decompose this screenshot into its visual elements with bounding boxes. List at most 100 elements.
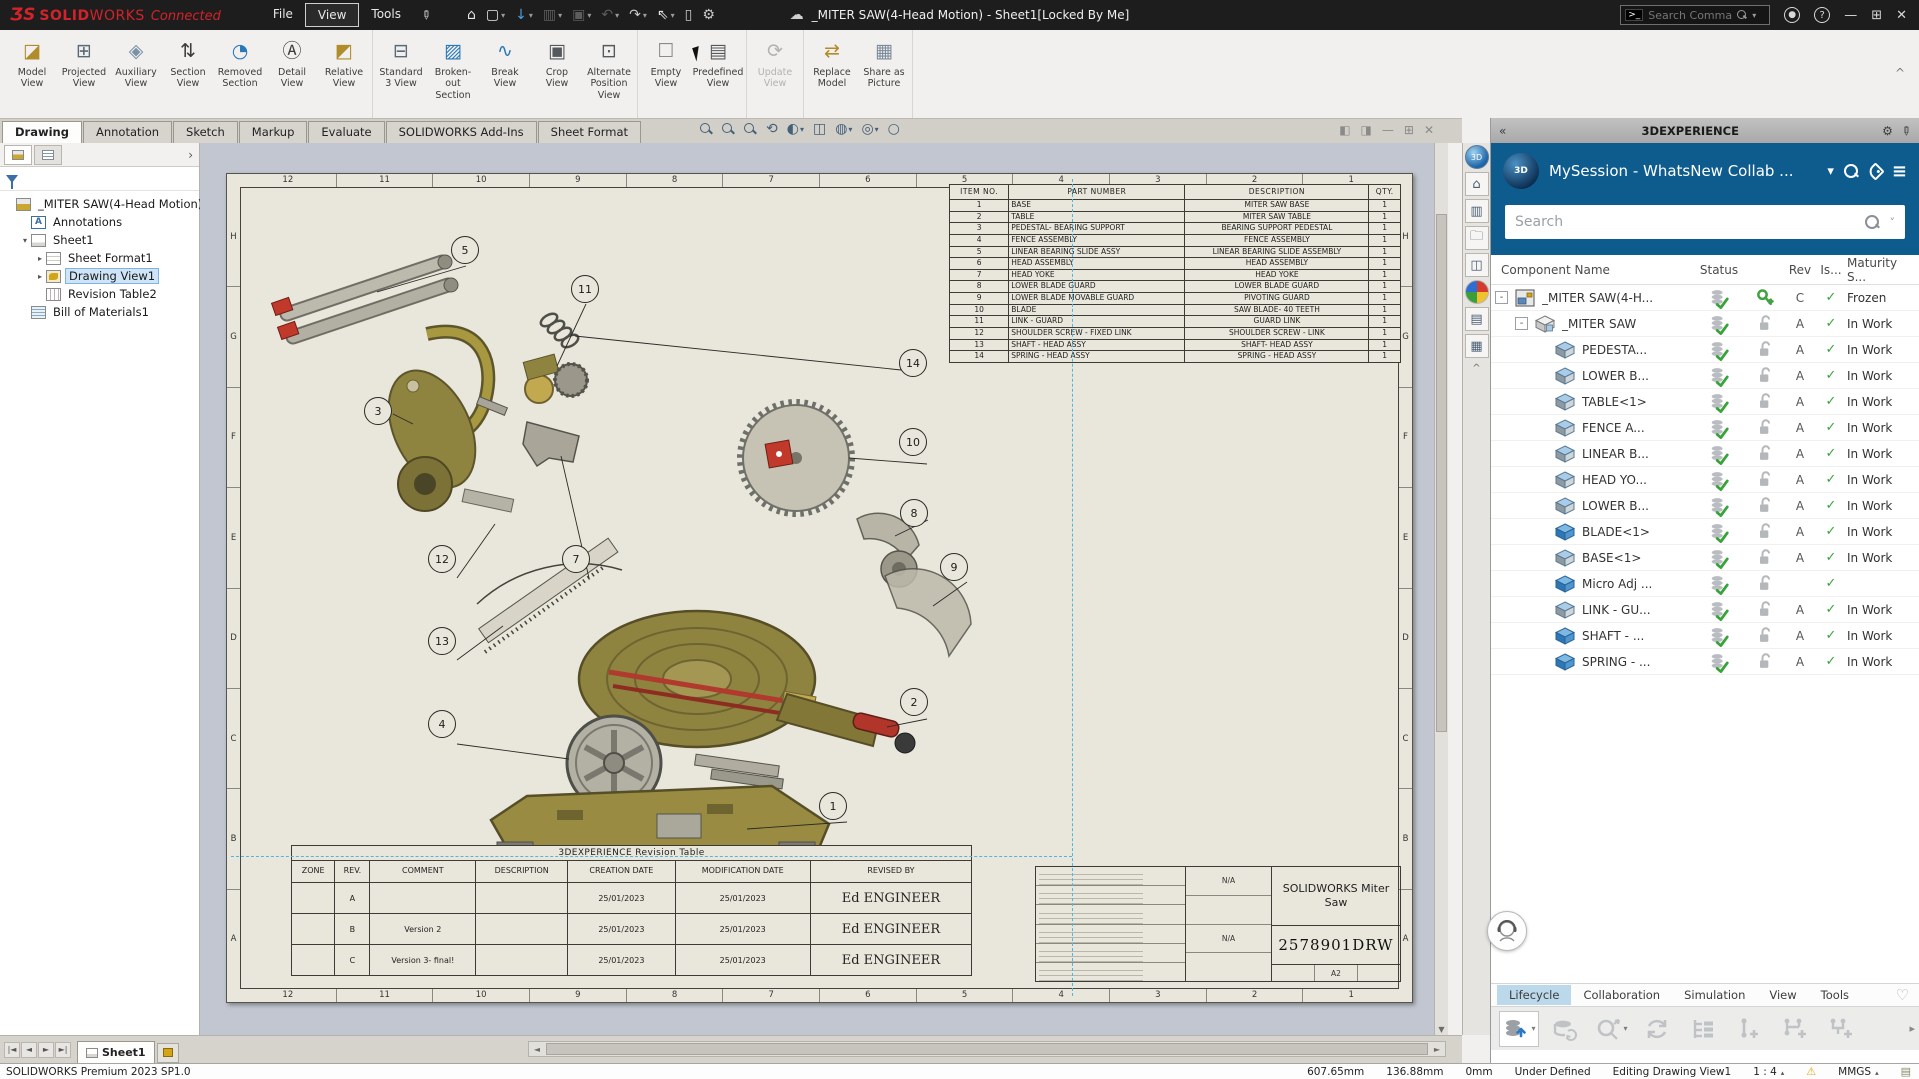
menu-item[interactable]: View bbox=[305, 3, 359, 27]
tree-item[interactable]: ▸Drawing View1 bbox=[0, 267, 199, 285]
lock-icon[interactable] bbox=[1745, 574, 1785, 594]
scroll-down-icon[interactable]: ▼ bbox=[1435, 1025, 1448, 1034]
bom-row[interactable]: 6HEAD ASSEMBLYHEAD ASSEMBLY1 bbox=[950, 258, 1401, 270]
auxiliary-view-button[interactable]: ◈Auxiliary View bbox=[110, 30, 162, 118]
component-row[interactable]: LINK - GU... A ✓ In Work bbox=[1491, 597, 1919, 623]
detail-view-button[interactable]: ⒶDetail View bbox=[266, 30, 318, 118]
revision-row[interactable]: BVersion 225/01/202325/01/2023Ed ENGINEE… bbox=[292, 914, 972, 945]
command-search[interactable]: >_ ▾ bbox=[1620, 5, 1770, 25]
tree-item[interactable]: Revision Table2 bbox=[0, 285, 199, 303]
select-icon[interactable]: ⇖▾ bbox=[653, 5, 679, 25]
save-icon[interactable]: ▥▾ bbox=[539, 5, 566, 25]
tree-item[interactable]: AAnnotations bbox=[0, 213, 199, 231]
minimize-button[interactable]: — bbox=[1844, 8, 1857, 23]
tree-filter[interactable] bbox=[0, 167, 199, 191]
lock-icon[interactable] bbox=[1745, 652, 1785, 672]
prev-sheet-button[interactable]: ◄ bbox=[21, 1042, 37, 1058]
bom-row[interactable]: 10BLADESAW BLADE- 40 TEETH1 bbox=[950, 304, 1401, 316]
component-row[interactable]: LOWER B... A ✓ In Work bbox=[1491, 493, 1919, 519]
bom-row[interactable]: 3PEDESTAL- BEARING SUPPORTBEARING SUPPOR… bbox=[950, 223, 1401, 235]
column-rev[interactable]: Rev bbox=[1785, 263, 1815, 277]
bom-table[interactable]: ITEM NO.PART NUMBERDESCRIPTIONQTY. 1BASE… bbox=[949, 184, 1401, 363]
tab-evaluate[interactable]: Evaluate bbox=[308, 121, 384, 143]
bom-row[interactable]: 9LOWER BLADE MOVABLE GUARDPIVOTING GUARD… bbox=[950, 293, 1401, 305]
horizontal-scrollbar[interactable]: ◄ ► bbox=[528, 1041, 1446, 1057]
ribbon-collapse-icon[interactable]: ^ bbox=[1895, 66, 1905, 80]
model-view-button[interactable]: ◪Model View bbox=[6, 30, 58, 118]
custom-properties-icon[interactable]: ▤ bbox=[1465, 307, 1489, 331]
command-search-input[interactable] bbox=[1648, 9, 1732, 22]
revision-table[interactable]: 3DEXPERIENCE Revision Table ZONEREV.COMM… bbox=[291, 845, 972, 976]
next-sheet-button[interactable]: ► bbox=[38, 1042, 54, 1058]
save-lifecycle-icon[interactable]: ▾ bbox=[1499, 1011, 1539, 1047]
tree-expand-icon[interactable]: ▸ bbox=[34, 254, 46, 263]
predefined-view-button[interactable]: ▤Predefined View bbox=[692, 30, 744, 118]
balloon-callout[interactable]: 3 bbox=[364, 397, 392, 425]
component-row[interactable]: Micro Adj ... ✓ bbox=[1491, 571, 1919, 597]
favorites-heart-icon[interactable]: ♡ bbox=[1896, 986, 1909, 1004]
lock-icon[interactable] bbox=[1745, 470, 1785, 490]
update-sync-icon[interactable]: ▾ bbox=[1637, 1011, 1677, 1047]
tree-item[interactable]: ▸Sheet Format1 bbox=[0, 249, 199, 267]
status-doc-icon[interactable]: ▤ bbox=[1901, 1065, 1911, 1078]
reload-icon[interactable]: ▾ bbox=[1545, 1011, 1585, 1047]
lock-icon[interactable] bbox=[1745, 340, 1785, 360]
bom-row[interactable]: 2TABLEMITER SAW TABLE1 bbox=[950, 211, 1401, 223]
view-palette-icon[interactable]: ◫ bbox=[1465, 253, 1489, 277]
document-manager-icon[interactable]: ▦ bbox=[1465, 334, 1489, 358]
vertical-scrollbar[interactable]: ▼ bbox=[1434, 143, 1448, 1035]
sheet-scale[interactable]: 1 : 4▴ bbox=[1753, 1066, 1784, 1078]
restore-button[interactable]: ⊞ bbox=[1871, 8, 1882, 23]
structure-list-icon[interactable]: ▾ bbox=[1683, 1011, 1723, 1047]
print-icon[interactable]: ▣▾ bbox=[568, 5, 595, 25]
rotate-view-icon[interactable]: ⟲▾ bbox=[766, 121, 778, 137]
add-route-icon[interactable]: ▾ bbox=[1775, 1011, 1815, 1047]
vertical-scroll-thumb[interactable] bbox=[1436, 214, 1447, 731]
column-status[interactable]: Status bbox=[1693, 263, 1745, 277]
column-maturity[interactable]: Maturity S... bbox=[1847, 256, 1919, 284]
hide-show-items-icon[interactable]: ◎▾ bbox=[861, 121, 878, 137]
bom-row[interactable]: 7HEAD YOKEHEAD YOKE1 bbox=[950, 269, 1401, 281]
explore-icon[interactable]: ▾ bbox=[1591, 1011, 1631, 1047]
tab-drawing[interactable]: Drawing bbox=[2, 121, 82, 143]
lock-icon[interactable] bbox=[1745, 366, 1785, 386]
scroll-right-icon[interactable]: ► bbox=[1429, 1045, 1445, 1054]
file-explorer-icon[interactable]: 🗀 bbox=[1465, 226, 1489, 250]
pane-right-icon[interactable]: ◨ bbox=[1361, 123, 1372, 137]
component-row[interactable]: - _MITER SAW(4-H... C ✓ Frozen bbox=[1491, 285, 1919, 311]
balloon-callout[interactable]: 14 bbox=[899, 349, 927, 377]
collapse-panel-icon[interactable]: « bbox=[1499, 124, 1506, 138]
insert-link-icon[interactable]: ▾ bbox=[1729, 1011, 1769, 1047]
tab-solidworks-add-ins[interactable]: SOLIDWORKS Add-Ins bbox=[386, 121, 537, 143]
draft-quality-icon[interactable]: ◐▾ bbox=[787, 121, 804, 137]
add-sheet-tab[interactable] bbox=[157, 1043, 179, 1063]
toolbar-overflow-icon[interactable]: ▸ bbox=[1909, 1022, 1915, 1035]
tree-expand-icon[interactable]: ▾ bbox=[19, 236, 31, 245]
expand-toggle[interactable]: - bbox=[1495, 291, 1508, 304]
balloon-callout[interactable]: 8 bbox=[900, 499, 928, 527]
tree-item[interactable]: ▾Sheet1 bbox=[0, 231, 199, 249]
balloon-callout[interactable]: 10 bbox=[899, 428, 927, 456]
search-icon[interactable] bbox=[1737, 10, 1747, 20]
component-row[interactable]: FENCE A... A ✓ In Work bbox=[1491, 415, 1919, 441]
section-view-button[interactable]: ⇅Section View bbox=[162, 30, 214, 118]
bom-row[interactable]: 14SPRING - HEAD ASSYSPRING - HEAD ASSY1 bbox=[950, 351, 1401, 363]
panel-gear-icon[interactable]: ⚙ bbox=[1882, 124, 1893, 138]
lock-icon[interactable] bbox=[1745, 522, 1785, 542]
component-row[interactable]: BASE<1> A ✓ In Work bbox=[1491, 545, 1919, 571]
bom-row[interactable]: 8LOWER BLADE GUARDLOWER BLADE GUARD1 bbox=[950, 281, 1401, 293]
expand-toggle[interactable]: - bbox=[1515, 317, 1528, 330]
lock-icon[interactable] bbox=[1745, 314, 1785, 334]
column-component-name[interactable]: Component Name bbox=[1501, 263, 1693, 277]
balloon-callout[interactable]: 12 bbox=[428, 545, 456, 573]
menu-item[interactable]: File bbox=[261, 3, 305, 27]
title-block[interactable]: N/A N/A SOLIDWORKS Miter Saw 2578901DRW … bbox=[1035, 866, 1401, 982]
component-row[interactable]: SHAFT - ... A ✓ In Work bbox=[1491, 623, 1919, 649]
user-account-icon[interactable]: ● bbox=[1784, 7, 1800, 23]
display-style-icon[interactable]: ◍▾ bbox=[835, 121, 852, 137]
lifecycle-tab-simulation[interactable]: Simulation bbox=[1672, 985, 1757, 1005]
tab-sketch[interactable]: Sketch bbox=[173, 121, 238, 143]
last-sheet-button[interactable]: ►| bbox=[55, 1042, 71, 1058]
balloon-callout[interactable]: 5 bbox=[451, 236, 479, 264]
drawing-sheet[interactable]: 121110987654321 121110987654321 HGFEDCBA… bbox=[226, 173, 1413, 1003]
